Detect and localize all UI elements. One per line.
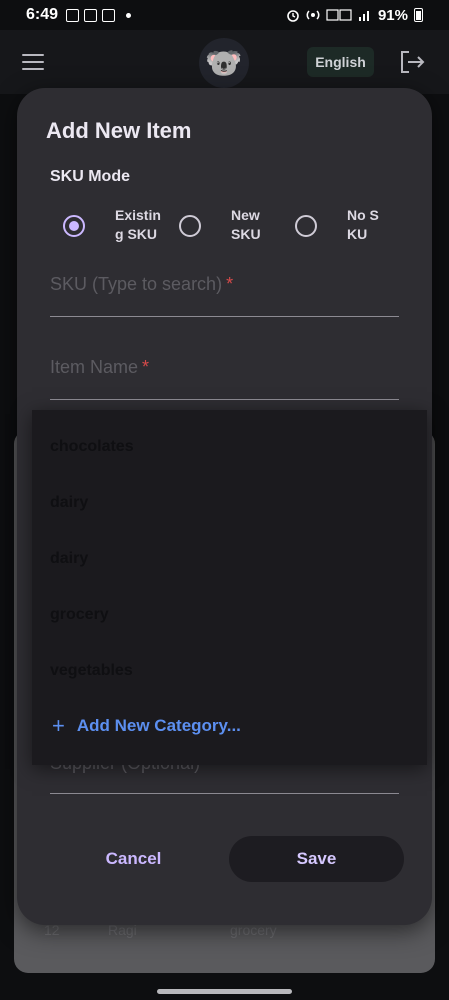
dropdown-item-dairy-2[interactable]: dairy — [50, 550, 88, 568]
status-time: 6:49 — [26, 6, 59, 23]
cancel-button[interactable]: Cancel — [86, 844, 181, 874]
required-mark: * — [226, 274, 234, 294]
add-new-category-label: Add New Category... — [76, 716, 241, 735]
required-mark: * — [142, 357, 150, 377]
sku-mode-label: SKU Mode — [50, 168, 130, 185]
home-indicator[interactable] — [157, 989, 292, 994]
radio-no-sku[interactable] — [295, 215, 317, 237]
notification-icons — [66, 8, 132, 22]
dialog-title: Add New Item — [46, 118, 192, 143]
news-icon — [84, 8, 98, 22]
volte-icon — [326, 9, 352, 21]
item-name-field[interactable]: Item Name * — [50, 357, 399, 400]
menu-icon[interactable] — [22, 54, 44, 70]
radio-existing-sku[interactable] — [63, 215, 85, 237]
signal-icon — [358, 11, 369, 21]
add-new-category-button[interactable]: + Add New Category... — [52, 715, 241, 737]
radio-label-existing-sku: Existing SKU — [115, 207, 161, 242]
battery-percent: 91% — [377, 6, 408, 24]
app-bar: 🐨 English — [0, 30, 449, 94]
sku-search-field[interactable]: SKU (Type to search) * — [50, 274, 399, 317]
alarm-icon — [287, 10, 299, 22]
status-bar: 6:49 91% — [0, 0, 449, 30]
logout-icon[interactable] — [399, 50, 425, 74]
app-icon — [102, 8, 116, 22]
radio-label-no-sku: No SKU — [347, 207, 379, 242]
plus-icon: + — [52, 713, 65, 738]
radio-label-new-sku: New SKU — [231, 207, 261, 242]
hotspot-icon — [306, 10, 320, 20]
gallery-icon — [66, 8, 80, 22]
item-name-placeholder: Item Name — [50, 357, 139, 377]
sku-search-placeholder: SKU (Type to search) — [50, 274, 223, 294]
more-notifications-icon — [126, 12, 132, 18]
category-dropdown: chocolates dairy dairy grocery vegetable… — [32, 410, 427, 765]
battery-icon — [414, 8, 423, 22]
avatar[interactable]: 🐨 — [199, 38, 249, 88]
dropdown-item-dairy[interactable]: dairy — [50, 494, 88, 512]
dropdown-item-chocolates[interactable]: chocolates — [50, 438, 134, 456]
dropdown-item-vegetables[interactable]: vegetables — [50, 662, 133, 680]
dropdown-item-grocery[interactable]: grocery — [50, 606, 109, 624]
radio-new-sku[interactable] — [179, 215, 201, 237]
language-button[interactable]: English — [307, 47, 374, 77]
save-button[interactable]: Save — [229, 836, 404, 882]
status-right: 91% — [286, 7, 423, 24]
